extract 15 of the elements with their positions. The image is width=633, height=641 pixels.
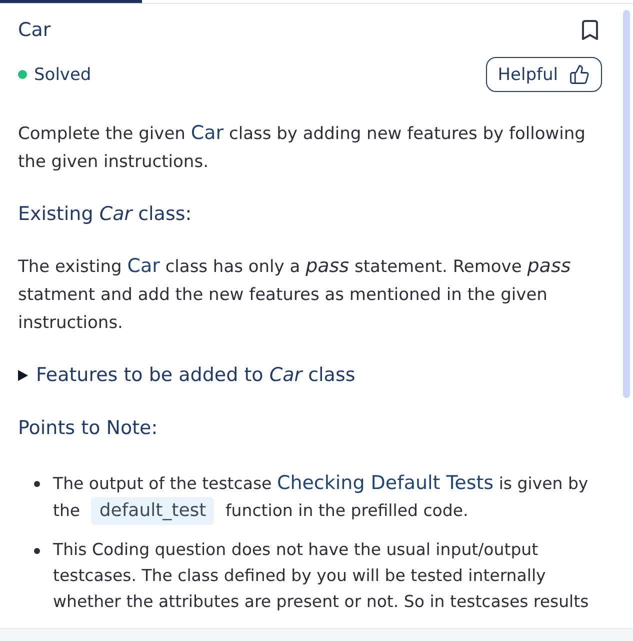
problem-title: Car <box>18 18 51 42</box>
description-text: Complete the given Car class by adding new features by following the given instructions. <box>18 121 586 174</box>
note-text: This Coding question does not have the usual input/output testcases. The class defined by you will be tested internally whether the attributes are present or not. So in testcases results <box>53 539 590 613</box>
status-label: Solved <box>34 64 92 84</box>
note-text: The output of the testcase Checking Default Tests is given by the default_test function in the prefilled code. <box>53 470 602 525</box>
disclosure-toggle[interactable]: Features to be added to Car class <box>18 360 602 390</box>
description-text: The existing Car class has only a pass statement. Remove pass statment and add the new features as mentioned in the given instructions. <box>18 254 572 335</box>
thumbs-up-icon <box>569 64 590 85</box>
bullet-icon <box>34 481 40 487</box>
section-heading: Existing Car class: <box>18 202 193 227</box>
helpful-button[interactable]: Helpful <box>486 57 602 92</box>
bullet-icon <box>34 548 40 554</box>
status-dot-icon <box>18 70 27 79</box>
section-heading: Points to Note: <box>18 416 159 441</box>
scrollbar-thumb[interactable] <box>623 10 630 398</box>
